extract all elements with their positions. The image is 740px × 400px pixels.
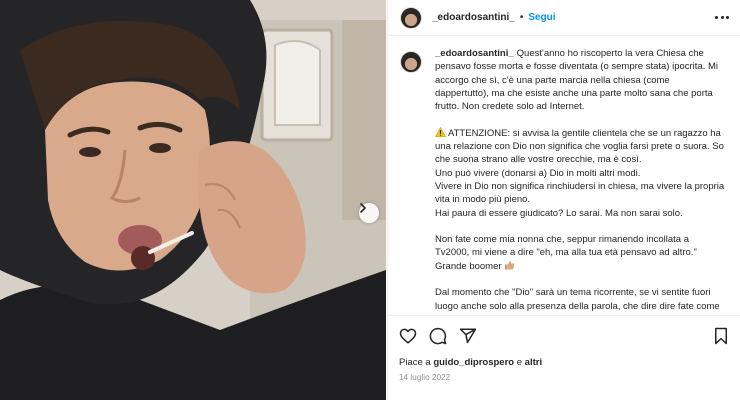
caption-text-6: Non fate come mia nonna che, seppur rima…	[435, 234, 697, 272]
warning-emoji-icon	[435, 126, 446, 137]
caption-text-2: ATTENZIONE: si avvisa la gentile cliente…	[435, 127, 724, 166]
comment-icon[interactable]	[429, 327, 447, 345]
follow-button[interactable]: Segui	[528, 12, 555, 23]
more-icon-dot	[726, 15, 729, 19]
caption-text-3: Uno può vivere (donarsi a) Dio in molti …	[435, 167, 641, 179]
caption-area[interactable]: _edoardosantini_ Quest'anno ho riscoperto…	[388, 37, 740, 315]
avatar[interactable]	[400, 6, 422, 29]
selfie-image	[0, 0, 386, 400]
likes-conjunction: e	[516, 357, 523, 368]
post-date[interactable]: 14 luglio 2022	[399, 373, 450, 382]
caption-paragraph-1: _edoardosantini_ Quest'anno ho riscoperto…	[435, 47, 725, 113]
likes-user-link[interactable]: guido_diprospero	[433, 357, 514, 368]
separator-dot: •	[519, 12, 524, 23]
more-options-button[interactable]	[715, 12, 729, 22]
post-photo[interactable]	[0, 0, 386, 400]
caption-text-5: Hai paura di essere giudicato? Lo sarai.…	[435, 207, 683, 219]
caption: _edoardosantini_ Quest'anno ho riscoperto…	[400, 47, 727, 315]
post-actions: Piace a guido_diprospero e altri 14 lugl…	[388, 315, 740, 400]
caption-author[interactable]: _edoardosantini_	[435, 48, 514, 59]
more-icon-dot	[720, 15, 724, 19]
likes-prefix: Piace a	[399, 357, 431, 368]
caption-paragraph-2: ATTENZIONE: si avvisa la gentile cliente…	[435, 126, 725, 220]
thumbs-up-emoji-icon	[505, 260, 515, 270]
chevron-right-icon	[360, 203, 366, 213]
post-header: _edoardosantini_ • Segui	[388, 0, 740, 36]
post-panel: _edoardosantini_ • Segui _edoardosantini…	[387, 0, 740, 400]
author-username[interactable]: _edoardosantini_	[432, 12, 515, 23]
action-icons	[399, 327, 477, 345]
caption-text-7: Dal momento che "Dio" sarà un tema ricor…	[435, 287, 720, 315]
caption-paragraph-4: Dal momento che "Dio" sarà un tema ricor…	[435, 286, 725, 315]
caption-text-4: Vivere in Dio non significa rinchiudersi…	[435, 180, 725, 206]
caption-paragraph-3: Non fate come mia nonna che, seppur rima…	[435, 233, 725, 273]
share-icon[interactable]	[459, 327, 477, 345]
bookmark-icon[interactable]	[713, 327, 729, 345]
likes-summary: Piace a guido_diprospero e altri	[399, 357, 542, 368]
heart-icon[interactable]	[399, 327, 417, 345]
more-icon	[715, 15, 718, 19]
carousel-next-button[interactable]	[359, 203, 379, 223]
caption-avatar[interactable]	[400, 51, 422, 73]
caption-text: _edoardosantini_ Quest'anno ho riscoperto…	[435, 47, 725, 315]
likes-others-link[interactable]: altri	[525, 357, 542, 368]
